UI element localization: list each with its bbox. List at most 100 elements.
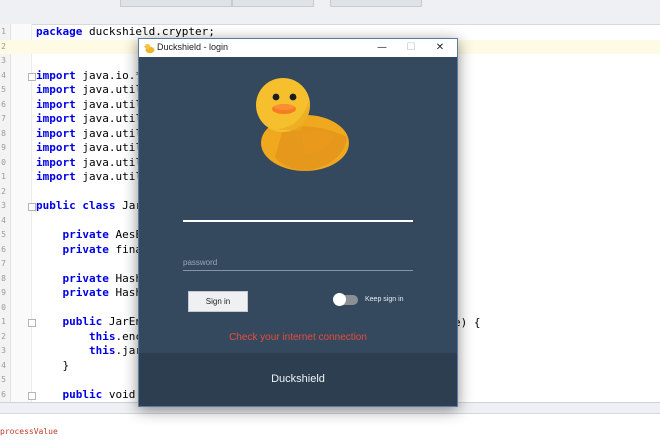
code-keyword: public class — [36, 199, 116, 212]
code-text: this.jar — [36, 344, 142, 359]
sign-in-button[interactable]: Sign in — [188, 291, 248, 312]
code-keyword: this — [36, 344, 116, 357]
code-text: import java.util — [36, 127, 142, 142]
code-keyword: import — [36, 83, 76, 96]
fold-marker-icon[interactable] — [28, 203, 36, 211]
code-text: import java.io.* — [36, 69, 142, 84]
code-keyword: private — [36, 228, 109, 241]
code-token: java.util — [75, 83, 142, 96]
code-token: java.util — [75, 97, 142, 111]
code-text: public void — [36, 388, 135, 403]
code-keyword: this — [36, 329, 116, 343]
line-number: 7 — [1, 114, 6, 123]
maximize-button[interactable]: ☐ — [396, 39, 426, 57]
code-text: private Hash — [36, 272, 142, 287]
fold-marker-icon[interactable] — [28, 319, 36, 327]
code-keyword: import — [36, 112, 76, 125]
code-text: import java.util — [36, 141, 142, 156]
code-text: private fina — [36, 243, 142, 258]
line-number: 3 — [1, 346, 6, 355]
code-text: private Hash — [36, 286, 142, 301]
line-number: 6 — [1, 389, 6, 399]
line-number: 3 — [1, 56, 6, 65]
code-text: import java.util — [36, 112, 142, 127]
fold-marker-icon[interactable] — [28, 72, 36, 81]
line-number: 6 — [1, 99, 6, 109]
output-panel: processValue — [0, 402, 660, 441]
code-keyword: private — [36, 286, 109, 299]
line-number: 8 — [1, 273, 6, 283]
window-title: Duckshield - login — [157, 42, 229, 52]
code-text: import java.util — [36, 170, 142, 185]
ide-tab[interactable] — [330, 0, 422, 7]
line-number: 1 — [1, 172, 6, 181]
minimize-button[interactable]: — — [367, 39, 397, 57]
close-button[interactable]: ✕ — [425, 39, 455, 57]
keep-sign-in-toggle[interactable] — [333, 293, 358, 306]
code-text: public JarEn — [36, 315, 142, 330]
code-keyword: public — [36, 315, 103, 328]
code-keyword: private — [36, 271, 109, 285]
ide-tab[interactable] — [232, 0, 314, 7]
line-number: 4 — [1, 215, 6, 225]
code-token: } — [36, 358, 70, 372]
footer-bar: Duckshield — [139, 353, 457, 406]
output-line: processValue — [0, 427, 58, 436]
code-token: java.util — [75, 126, 142, 140]
code-token: java.util — [75, 155, 142, 169]
line-number: 5 — [1, 375, 6, 384]
line-number: 8 — [1, 128, 6, 138]
line-number: 2 — [1, 331, 6, 341]
code-keyword: import — [36, 141, 76, 154]
login-form: password Sign in Keep sign in Check your… — [139, 57, 457, 353]
code-keyword: public — [36, 387, 103, 401]
code-token: duckshield.crypter; — [82, 25, 215, 38]
line-number: 3 — [1, 201, 6, 210]
password-underline — [183, 270, 413, 271]
duck-app-icon — [144, 43, 155, 54]
code-keyword: private — [36, 242, 109, 256]
code-keyword: import — [36, 97, 76, 111]
fold-marker-icon[interactable] — [28, 391, 36, 400]
code-keyword: import — [36, 155, 76, 169]
code-keyword: import — [36, 170, 76, 183]
line-number: 6 — [1, 244, 6, 254]
error-message: Check your internet connection — [229, 332, 367, 343]
line-number: 9 — [1, 288, 6, 297]
code-token: java.util — [75, 141, 142, 154]
code-text: import java.util — [36, 83, 142, 98]
code-text: this.enc — [36, 330, 142, 345]
code-keyword: package — [36, 25, 83, 38]
line-number: 1 — [1, 317, 6, 326]
code-token: void — [102, 387, 136, 401]
line-number: 7 — [1, 259, 6, 268]
title-bar[interactable]: Duckshield - login — ☐ ✕ — [139, 39, 457, 57]
line-number: 5 — [1, 230, 6, 239]
line-number: 1 — [1, 27, 6, 36]
line-number: 5 — [1, 85, 6, 94]
code-text: import java.util — [36, 156, 142, 171]
code-token: JarEn — [102, 315, 142, 328]
login-window: Duckshield - login — ☐ ✕ password Sign i… — [138, 38, 458, 407]
code-text: private AesE — [36, 228, 142, 243]
duck-logo-icon — [256, 78, 349, 171]
code-token: java.util — [75, 170, 142, 183]
code-text: public class Jar — [36, 199, 142, 214]
line-number: 0 — [1, 157, 6, 167]
line-number: 4 — [1, 70, 6, 80]
line-number: 9 — [1, 143, 6, 152]
ide-tab[interactable] — [120, 0, 232, 7]
toggle-knob — [333, 293, 346, 306]
code-token: java.util — [75, 112, 142, 125]
line-number: 0 — [1, 302, 6, 312]
line-number: 2 — [1, 41, 6, 51]
line-number: 2 — [1, 186, 6, 196]
password-field[interactable]: password — [183, 258, 217, 267]
footer-title: Duckshield — [271, 373, 325, 385]
code-keyword: import — [36, 126, 76, 140]
code-text: import java.util — [36, 98, 142, 113]
username-field[interactable] — [183, 220, 413, 222]
code-token: java.io.* — [75, 68, 142, 82]
code-keyword: import — [36, 68, 76, 82]
ide-tab-bar — [0, 0, 660, 25]
